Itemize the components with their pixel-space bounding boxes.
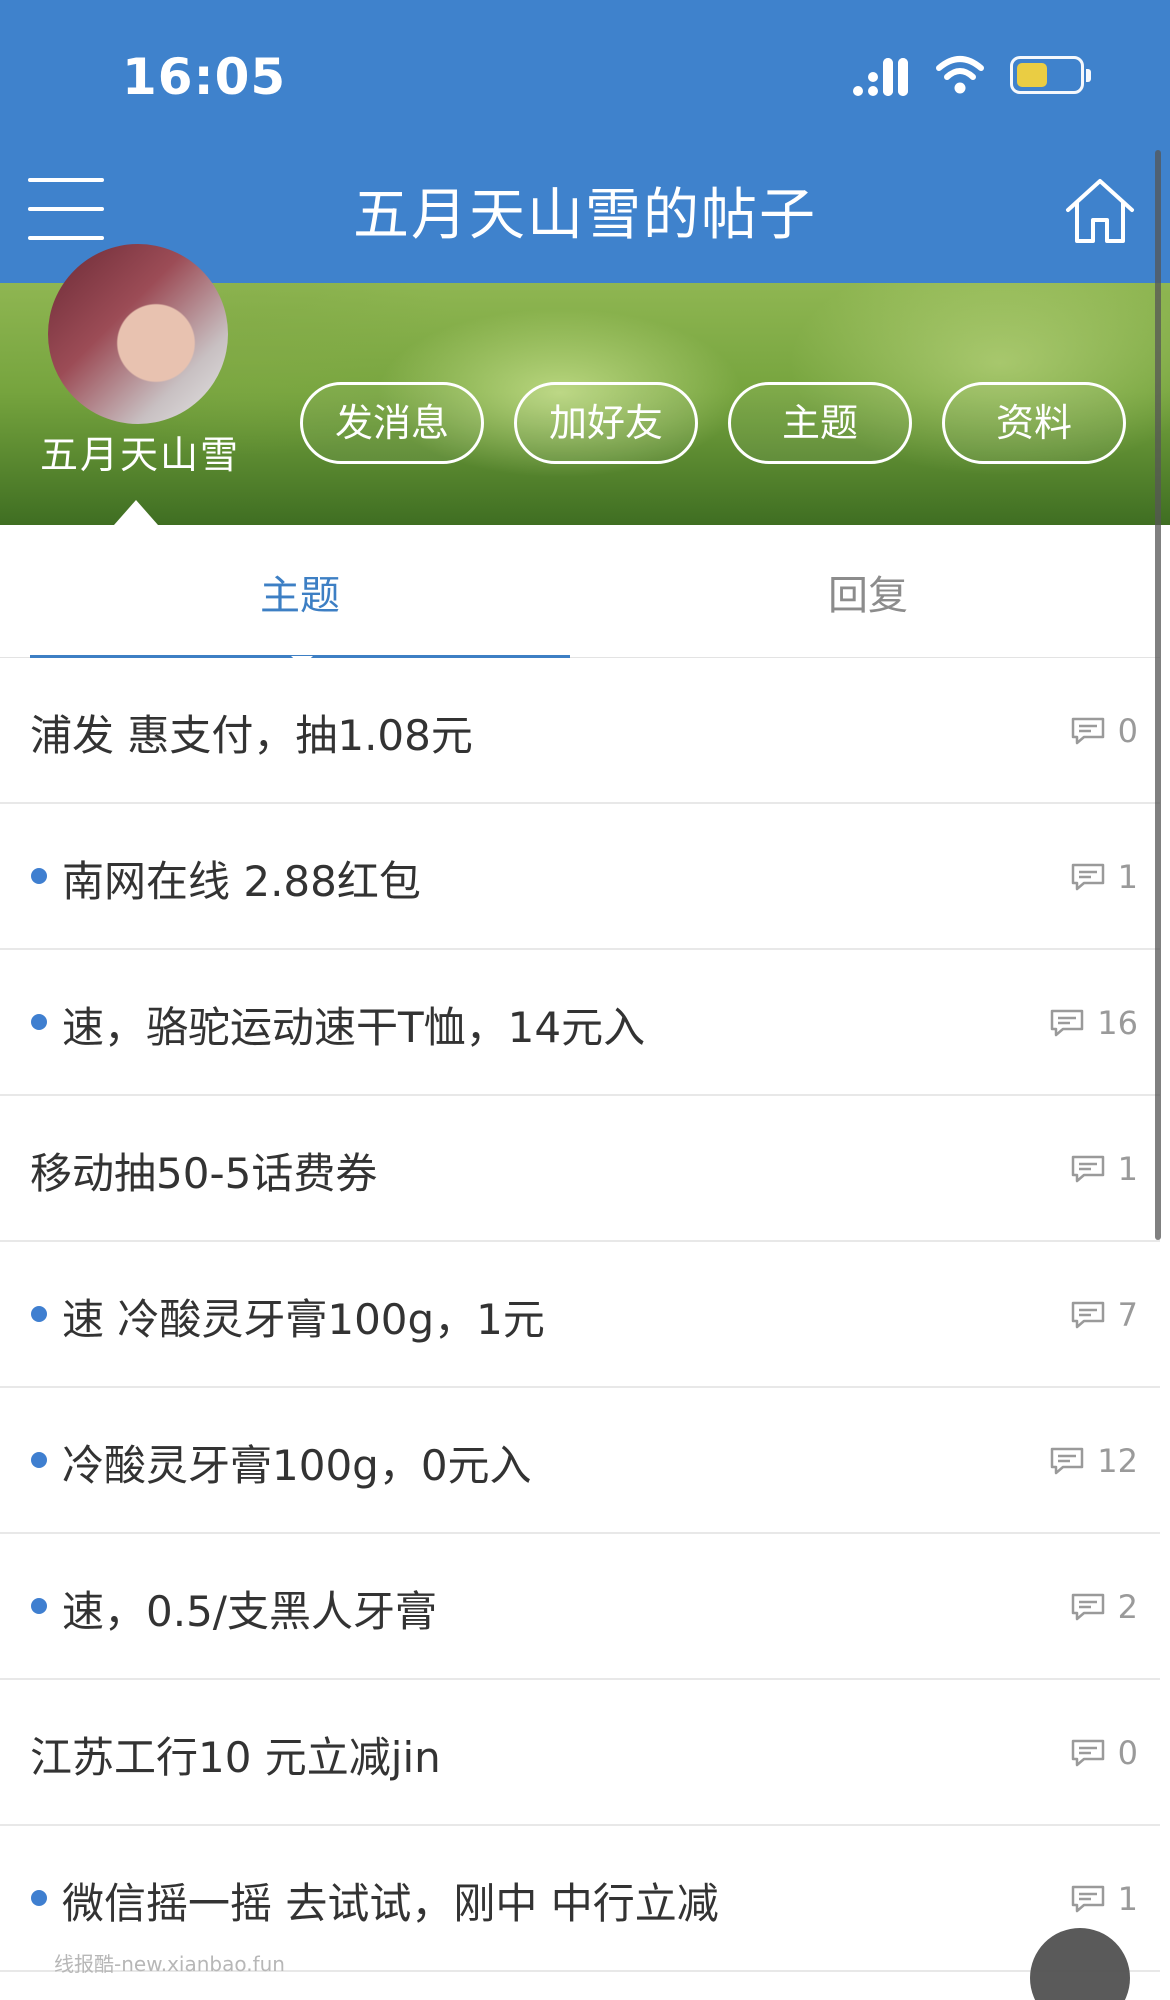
reply-meta: 2 [1070,1584,1138,1630]
avatar[interactable] [48,244,228,424]
unread-dot [31,1452,47,1468]
unread-dot [31,1890,47,1906]
unread-dot [31,868,47,884]
battery-level [1017,63,1047,87]
list-item[interactable]: 移动抽50-5话费券 1 [0,1096,1160,1242]
unread-dot [31,1014,47,1030]
reply-meta: 0 [1070,708,1138,754]
reply-count: 0 [1117,712,1138,750]
post-title: 移动抽50-5话费券 [30,1149,378,1198]
comment-icon [1071,1885,1104,1913]
post-title: 冷酸灵牙膏100g，0元入 [62,1441,532,1490]
post-title: 南网在线 2.88红包 [62,857,421,906]
header-bar: 16:05 五月天山雪的帖子 [0,0,1170,283]
reply-count: 12 [1097,1442,1138,1480]
post-title: 浦发 惠支付，抽1.08元 [30,711,473,760]
list-item[interactable]: 速，0.5/支黑人牙膏 2 [0,1534,1160,1680]
home-icon[interactable] [1064,176,1136,246]
reply-count: 1 [1117,858,1138,896]
profile-username: 五月天山雪 [40,433,241,477]
post-title: 速，0.5/支黑人牙膏 [62,1587,437,1636]
scrollbar[interactable] [1155,150,1161,1240]
reply-meta: 0 [1070,1730,1138,1776]
reply-count: 0 [1117,1734,1138,1772]
unread-dot [31,1598,47,1614]
tab-replies[interactable]: 回复 [828,563,908,621]
signal-icon [853,58,908,96]
comment-icon [1051,1447,1084,1475]
comment-icon [1071,717,1104,745]
list-item[interactable]: 速，骆驼运动速干T恤，14元入 16 [0,950,1160,1096]
page-title: 五月天山雪的帖子 [353,183,817,248]
topics-button[interactable]: 主题 [728,382,912,464]
tab-topics[interactable]: 主题 [260,563,340,621]
reply-count: 1 [1117,1150,1138,1188]
reply-meta: 7 [1070,1292,1138,1338]
reply-meta: 1 [1070,854,1138,900]
battery-icon [1010,56,1091,94]
reply-meta: 1 [1070,1146,1138,1192]
list-item[interactable]: 速 冷酸灵牙膏100g，1元 7 [0,1242,1160,1388]
reply-meta: 12 [1049,1438,1138,1484]
banner-pointer [114,500,158,525]
unread-dot [31,1306,47,1322]
send-message-button[interactable]: 发消息 [300,382,484,464]
tab-bar: 主题 回复 [0,525,1160,669]
comment-icon [1071,863,1104,891]
comment-icon [1071,1739,1104,1767]
post-title: 微信摇一摇 去试试，刚中 中行立减 [62,1879,719,1928]
list-item[interactable]: 冷酸灵牙膏100g，0元入 12 [0,1388,1160,1534]
reply-meta: 1 [1070,1876,1138,1922]
comment-icon [1071,1301,1104,1329]
profile-info-button[interactable]: 资料 [942,382,1126,464]
reply-count: 2 [1117,1588,1138,1626]
comment-icon [1071,1593,1104,1621]
post-list: 浦发 惠支付，抽1.08元 0 南网在线 2.88红包 1 速，骆驼运动速干T恤… [0,658,1160,1972]
reply-meta: 16 [1049,1000,1138,1046]
comment-icon [1051,1009,1084,1037]
post-title: 速，骆驼运动速干T恤，14元入 [62,1003,646,1052]
status-time: 16:05 [122,48,287,106]
wifi-icon [936,56,984,94]
reply-count: 16 [1097,1004,1138,1042]
list-item[interactable]: 江苏工行10 元立减jin 0 [0,1680,1160,1826]
screen: 16:05 五月天山雪的帖子 五月天山雪 发消息 加好友 主题 资料 主题 回复… [0,0,1170,2000]
post-title: 速 冷酸灵牙膏100g，1元 [62,1295,545,1344]
reply-count: 1 [1117,1880,1138,1918]
add-friend-button[interactable]: 加好友 [514,382,698,464]
post-title: 江苏工行10 元立减jin [30,1733,441,1782]
comment-icon [1071,1155,1104,1183]
reply-count: 7 [1117,1296,1138,1334]
list-item[interactable]: 浦发 惠支付，抽1.08元 0 [0,658,1160,804]
list-item[interactable]: 南网在线 2.88红包 1 [0,804,1160,950]
watermark: 线报酷-new.xianbao.fun [54,1952,285,1976]
